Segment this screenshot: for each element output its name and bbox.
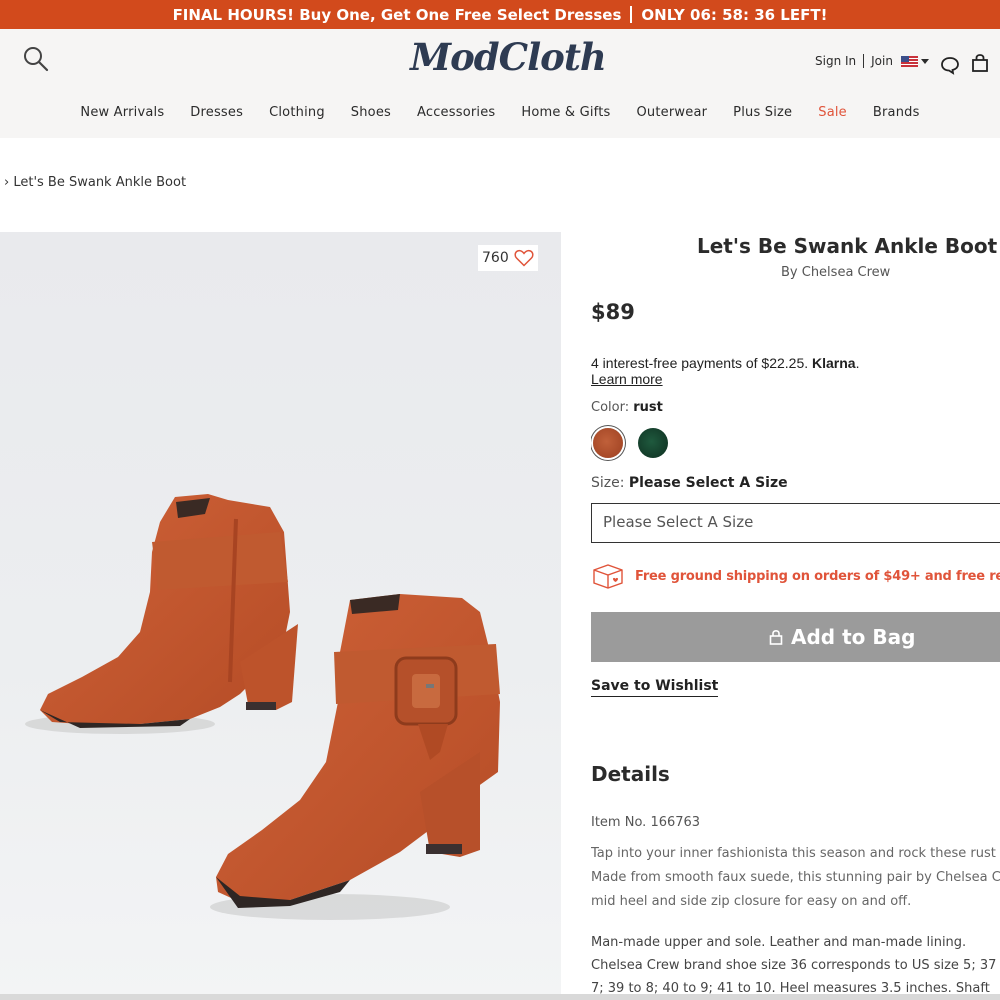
materials-line: Chelsea Crew brand shoe size 36 correspo… — [591, 958, 997, 973]
account-links: Sign In Join — [815, 54, 929, 68]
breadcrumb[interactable]: › Let's Be Swank Ankle Boot — [4, 175, 186, 190]
product-price: $89 — [591, 300, 635, 324]
product-info: Let's Be Swank Ankle Boot By Chelsea Cre… — [591, 232, 1000, 1000]
product-image[interactable] — [0, 232, 561, 1000]
favorite-button[interactable]: 760 — [478, 245, 538, 271]
description-line: mid heel and side zip closure for easy o… — [591, 894, 912, 909]
shipping-box-icon — [593, 564, 623, 589]
learn-more-link[interactable]: Learn more — [591, 371, 663, 387]
search-button[interactable] — [22, 45, 50, 73]
materials-line: Man-made upper and sole. Leather and man… — [591, 935, 967, 950]
bag-button[interactable] — [970, 53, 990, 73]
nav-item-shoes[interactable]: Shoes — [338, 105, 404, 120]
promo-message: FINAL HOURS! Buy One, Get One Free Selec… — [172, 5, 622, 24]
site-header: ModCloth Sign In Join New Arrivals Dress… — [0, 29, 1000, 138]
klarna-message: 4 interest-free payments of $22.25. Klar… — [591, 355, 859, 371]
join-link[interactable]: Join — [871, 54, 893, 68]
selected-size: Please Select A Size — [628, 475, 788, 491]
page: FINAL HOURS! Buy One, Get One Free Selec… — [0, 0, 1000, 1000]
shipping-text: Free ground shipping on orders of $49+ a… — [635, 568, 1000, 584]
nav-item-accessories[interactable]: Accessories — [404, 105, 508, 120]
us-flag-icon[interactable] — [900, 55, 918, 67]
site-logo[interactable]: ModCloth — [410, 35, 607, 79]
horizontal-scrollbar[interactable] — [0, 994, 1000, 1000]
main-nav: New Arrivals Dresses Clothing Shoes Acce… — [0, 105, 1000, 120]
shipping-banner[interactable]: Free ground shipping on orders of $49+ a… — [591, 563, 1000, 589]
product-title: Let's Be Swank Ankle Boot — [697, 234, 998, 258]
nav-item-dresses[interactable]: Dresses — [177, 105, 256, 120]
product-description: Tap into your inner fashionista this sea… — [591, 842, 1000, 914]
nav-item-sale[interactable]: Sale — [805, 105, 860, 120]
color-label: Color: rust — [591, 400, 663, 415]
heart-icon — [514, 249, 534, 267]
size-label-text: Size: — [591, 475, 625, 491]
klarna-text: 4 interest-free payments of $22.25. — [591, 355, 809, 371]
color-label-text: Color: — [591, 400, 630, 415]
details-heading: Details — [591, 762, 670, 786]
favorite-count: 760 — [482, 250, 509, 266]
nav-item-outerwear[interactable]: Outerwear — [624, 105, 721, 120]
size-select[interactable]: Please Select A Size — [591, 503, 1000, 543]
search-icon — [24, 47, 49, 72]
klarna-period: . — [855, 355, 860, 371]
promo-divider — [630, 6, 633, 23]
back-boot — [40, 494, 298, 728]
chevron-down-icon[interactable] — [920, 58, 929, 64]
description-line: Made from smooth faux suede, this stunni… — [591, 870, 1000, 885]
nav-item-brands[interactable]: Brands — [860, 105, 933, 120]
ankle-boots-image — [25, 494, 500, 920]
nav-item-plus-size[interactable]: Plus Size — [720, 105, 805, 120]
nav-item-new-arrivals[interactable]: New Arrivals — [67, 105, 177, 120]
description-line: Tap into your inner fashionista this sea… — [591, 846, 1000, 861]
chat-icon — [941, 57, 959, 75]
bag-icon — [972, 54, 988, 72]
product-materials: Man-made upper and sole. Leather and man… — [591, 931, 1000, 1000]
save-to-wishlist-link[interactable]: Save to Wishlist — [591, 678, 719, 697]
chat-button[interactable] — [940, 55, 960, 75]
swatch-green[interactable] — [638, 428, 668, 458]
nav-item-home-gifts[interactable]: Home & Gifts — [508, 105, 623, 120]
sign-in-link[interactable]: Sign In — [815, 54, 856, 68]
promo-banner[interactable]: FINAL HOURS! Buy One, Get One Free Selec… — [0, 0, 1000, 29]
klarna-logo: Klarna — [812, 355, 856, 371]
account-divider — [863, 54, 865, 68]
product-brand[interactable]: By Chelsea Crew — [781, 265, 890, 280]
size-label: Size: Please Select A Size — [591, 475, 788, 491]
lock-icon — [769, 629, 783, 645]
promo-countdown: ONLY 06: 58: 36 LEFT! — [641, 5, 828, 24]
item-number: Item No. 166763 — [591, 815, 701, 830]
add-to-bag-button[interactable]: Add to Bag — [591, 612, 1000, 662]
nav-item-clothing[interactable]: Clothing — [256, 105, 338, 120]
selected-color: rust — [633, 400, 663, 415]
add-to-bag-label: Add to Bag — [791, 625, 916, 649]
swatch-rust[interactable] — [593, 428, 623, 458]
